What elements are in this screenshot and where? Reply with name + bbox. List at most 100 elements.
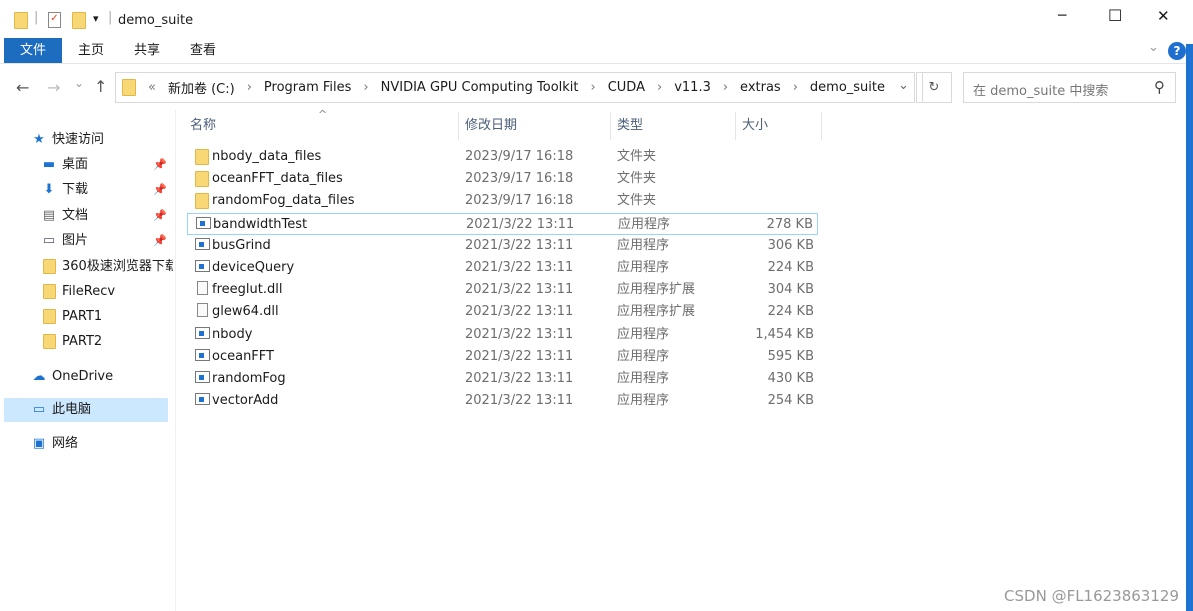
- folder-icon: [14, 12, 28, 29]
- breadcrumb-nvidia[interactable]: NVIDIA GPU Computing Toolkit: [381, 80, 579, 95]
- sidebar-item[interactable]: FileRecv: [28, 280, 173, 304]
- up-button[interactable]: ↑: [94, 77, 107, 96]
- tab-share[interactable]: 共享: [120, 38, 174, 63]
- file-date: 2021/3/22 13:11: [466, 214, 574, 236]
- file-row[interactable]: glew64.dll2021/3/22 13:11应用程序扩展224 KB: [187, 301, 818, 323]
- file-type: 应用程序: [617, 235, 669, 257]
- minimize-button[interactable]: ─: [1058, 8, 1066, 24]
- search-input[interactable]: 在 demo_suite 中搜索 ⚲: [963, 72, 1176, 103]
- help-icon[interactable]: ?: [1168, 42, 1186, 60]
- sidebar-item[interactable]: ▭此电脑: [4, 398, 168, 422]
- file-row[interactable]: busGrind2021/3/22 13:11应用程序306 KB: [187, 235, 818, 257]
- file-type: 应用程序: [618, 214, 670, 236]
- search-icon[interactable]: ⚲: [1154, 78, 1165, 96]
- file-row[interactable]: vectorAdd2021/3/22 13:11应用程序254 KB: [187, 390, 818, 412]
- column-header-date[interactable]: 修改日期: [459, 112, 611, 140]
- breadcrumb-cuda[interactable]: CUDA: [608, 80, 645, 95]
- file-row[interactable]: bandwidthTest 2021/3/22 13:11 应用程序 278 KB: [187, 213, 818, 235]
- file-type: 应用程序: [617, 390, 669, 412]
- file-row[interactable]: deviceQuery2021/3/22 13:11应用程序224 KB: [187, 257, 818, 279]
- application-icon: [195, 324, 210, 346]
- refresh-button[interactable]: ↻: [916, 72, 952, 103]
- file-date: 2023/9/17 16:18: [465, 190, 573, 212]
- sidebar-item[interactable]: ▣网络: [28, 432, 173, 456]
- sidebar-item[interactable]: ▭图片📌: [28, 229, 173, 253]
- dll-file-icon: [197, 301, 208, 323]
- chevron-right-icon: ›: [657, 80, 662, 95]
- application-icon: [195, 346, 210, 368]
- chevron-right-icon: ›: [793, 80, 798, 95]
- sidebar-item[interactable]: ▤文档📌: [28, 204, 173, 228]
- new-folder-icon[interactable]: [72, 12, 86, 29]
- recent-locations-button[interactable]: ⌄: [74, 76, 84, 90]
- address-dropdown-button[interactable]: ⌄: [898, 78, 909, 93]
- folder-icon: [38, 280, 60, 304]
- address-bar[interactable]: « 新加卷 (C:) › Program Files › NVIDIA GPU Co…: [115, 72, 915, 103]
- sidebar-item-label: 文档: [62, 208, 88, 223]
- customize-toolbar-icon[interactable]: ▾: [93, 12, 99, 25]
- column-header-name[interactable]: 名称: [184, 112, 459, 140]
- file-date: 2021/3/22 13:11: [465, 235, 573, 257]
- file-row[interactable]: oceanFFT_data_files2023/9/17 16:18文件夹: [187, 168, 818, 190]
- folder-icon: [195, 168, 209, 190]
- breadcrumb-demo-suite[interactable]: demo_suite: [810, 80, 885, 95]
- file-name: glew64.dll: [212, 301, 279, 323]
- sidebar-item[interactable]: PART1: [28, 305, 173, 329]
- file-row[interactable]: nbody2021/3/22 13:11应用程序1,454 KB: [187, 324, 818, 346]
- breadcrumb-drive[interactable]: 新加卷 (C:): [168, 78, 235, 97]
- application-icon: [195, 368, 210, 390]
- breadcrumb-version[interactable]: v11.3: [674, 80, 711, 95]
- pin-icon[interactable]: 📌: [153, 178, 167, 202]
- file-row[interactable]: randomFog_data_files2023/9/17 16:18文件夹: [187, 190, 818, 212]
- pin-icon[interactable]: 📌: [153, 204, 167, 228]
- tab-view[interactable]: 查看: [176, 38, 230, 63]
- back-button[interactable]: ←: [16, 78, 29, 97]
- file-name: nbody_data_files: [212, 146, 321, 168]
- file-size: 254 KB: [768, 390, 814, 412]
- window-edge: [1186, 44, 1193, 611]
- sidebar-item[interactable]: ☁OneDrive: [28, 365, 173, 389]
- download-icon: ⬇: [38, 178, 60, 202]
- application-icon: [195, 390, 210, 412]
- properties-icon[interactable]: ✓: [48, 12, 61, 28]
- folder-icon: [38, 305, 60, 329]
- breadcrumb-extras[interactable]: extras: [740, 80, 781, 95]
- folder-icon: [122, 79, 136, 96]
- pin-icon[interactable]: 📌: [153, 153, 167, 177]
- sidebar-item[interactable]: ▬桌面📌: [28, 153, 173, 177]
- file-row[interactable]: oceanFFT2021/3/22 13:11应用程序595 KB: [187, 346, 818, 368]
- breadcrumb-program-files[interactable]: Program Files: [264, 80, 352, 95]
- sidebar-item-label: PART2: [62, 334, 102, 349]
- breadcrumb-overflow[interactable]: «: [148, 80, 156, 95]
- file-size: 278 KB: [767, 214, 813, 236]
- tab-file[interactable]: 文件: [4, 38, 62, 63]
- sidebar-item[interactable]: PART2: [28, 330, 173, 354]
- forward-button[interactable]: →: [47, 78, 60, 97]
- file-name: bandwidthTest: [213, 214, 307, 236]
- column-header-size[interactable]: 大小: [736, 112, 822, 140]
- file-type: 应用程序: [617, 257, 669, 279]
- application-icon: [195, 257, 210, 279]
- sidebar-item[interactable]: ★快速访问: [28, 128, 173, 152]
- file-row[interactable]: freeglut.dll2021/3/22 13:11应用程序扩展304 KB: [187, 279, 818, 301]
- file-name: oceanFFT: [212, 346, 274, 368]
- file-date: 2023/9/17 16:18: [465, 146, 573, 168]
- sidebar-item-label: 网络: [52, 436, 78, 451]
- file-row[interactable]: nbody_data_files 2023/9/17 16:18 文件夹: [187, 146, 818, 168]
- window-title: demo_suite: [118, 13, 193, 28]
- maximize-button[interactable]: ☐: [1108, 6, 1122, 25]
- file-size: 595 KB: [768, 346, 814, 368]
- watermark: CSDN @FL1623863129: [1004, 587, 1179, 605]
- pin-icon[interactable]: 📌: [153, 229, 167, 253]
- file-row[interactable]: randomFog2021/3/22 13:11应用程序430 KB: [187, 368, 818, 390]
- file-name: vectorAdd: [212, 390, 278, 412]
- expand-ribbon-icon[interactable]: ⌄: [1148, 40, 1159, 55]
- column-header-type[interactable]: 类型: [611, 112, 736, 140]
- chevron-right-icon: ›: [363, 80, 368, 95]
- sidebar-item[interactable]: 360极速浏览器下载: [28, 255, 173, 279]
- sidebar-item[interactable]: ⬇下载📌: [28, 178, 173, 202]
- file-type: 文件夹: [617, 146, 656, 168]
- tab-home[interactable]: 主页: [64, 38, 118, 63]
- folder-icon: [38, 255, 60, 279]
- close-button[interactable]: ✕: [1157, 7, 1170, 25]
